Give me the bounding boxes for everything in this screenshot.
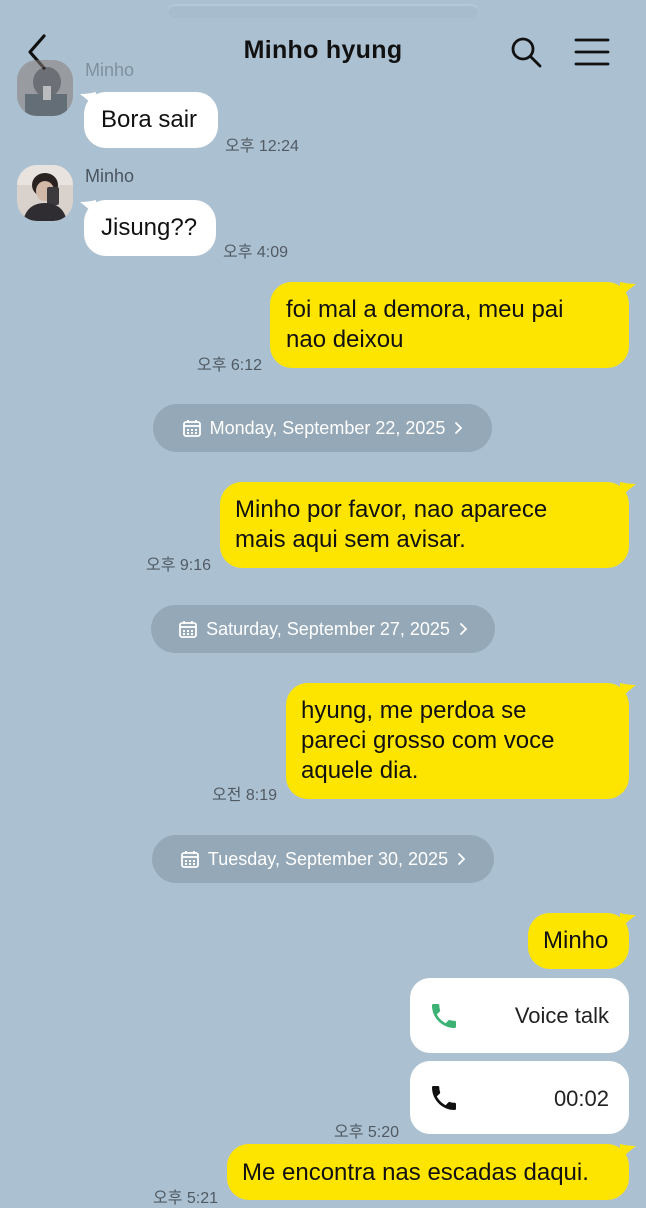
date-divider[interactable]: Monday, September 22, 2025 [153,404,492,452]
date-label: Saturday, September 27, 2025 [206,618,450,639]
outgoing-message-bubble[interactable]: Minho [528,913,629,969]
hamburger-menu-icon [574,38,610,66]
phone-icon [432,1086,456,1110]
message-time: 오후 5:21 [153,1190,219,1207]
message-text: Minho por favor, nao aparece mais aqui s… [235,496,548,553]
outgoing-message-bubble[interactable]: Me encontra nas escadas daqui. [227,1144,629,1200]
chat-header: Minho hyung [0,0,646,100]
message-time: 오후 4:09 [223,244,289,261]
message-time: 오후 5:20 [334,1124,400,1141]
call-duration: 00:02 [553,1086,609,1111]
message-text: Minho [543,927,609,954]
message-time: 오전 8:19 [212,787,278,804]
voice-call-card[interactable]: Voice talk [410,978,629,1053]
voice-call-card[interactable]: 00:02 [410,1061,629,1134]
incoming-message-bubble[interactable]: Jisung?? [84,200,216,256]
date-divider[interactable]: Tuesday, September 30, 2025 [152,835,494,883]
search-icon [511,37,542,68]
message-text: hyung, me perdoa se pareci grosso com vo… [301,697,555,784]
message-text: foi mal a demora, meu pai nao deixou [286,296,564,353]
sender-name: Minho [85,166,135,186]
message-text: Me encontra nas escadas daqui. [242,1159,589,1186]
bubble-tail [80,92,96,108]
outgoing-message-bubble[interactable]: Minho por favor, nao aparece mais aqui s… [220,482,629,568]
message-time: 오후 12:24 [225,138,299,155]
outgoing-message-bubble[interactable]: foi mal a demora, meu pai nao deixou [270,282,629,368]
avatar[interactable] [17,165,73,221]
calendar-icon [182,420,201,437]
avatar-photo-icon [17,60,73,116]
search-button[interactable] [508,34,544,70]
calendar-icon [179,621,197,638]
bubble-tail [620,282,636,298]
bubble-tail [620,1144,636,1160]
message-time: 오후 6:12 [197,357,263,374]
bubble-tail [620,482,636,498]
chevron-right-icon [460,623,468,635]
message-text: Jisung?? [101,214,198,241]
phone-icon [432,1004,456,1028]
chevron-right-icon [458,853,466,865]
date-divider[interactable]: Saturday, September 27, 2025 [151,605,495,653]
sender-name: Minho [85,60,135,80]
message-text: Bora sair [101,106,198,133]
menu-button[interactable] [574,36,610,68]
date-label: Monday, September 22, 2025 [209,417,446,438]
date-label: Tuesday, September 30, 2025 [207,848,449,869]
call-label: Voice talk [514,1003,609,1028]
bubble-tail [80,200,96,216]
top-scroll-indicator [168,4,478,18]
message-time: 오후 9:16 [146,557,212,574]
calendar-icon [181,851,199,868]
bubble-tail [620,683,636,699]
outgoing-message-bubble[interactable]: hyung, me perdoa se pareci grosso com vo… [286,683,629,799]
chevron-right-icon [455,422,463,434]
incoming-message-bubble[interactable]: Bora sair [84,92,218,148]
avatar[interactable] [17,60,73,116]
bubble-tail [620,913,636,929]
avatar-photo-icon [17,165,73,221]
